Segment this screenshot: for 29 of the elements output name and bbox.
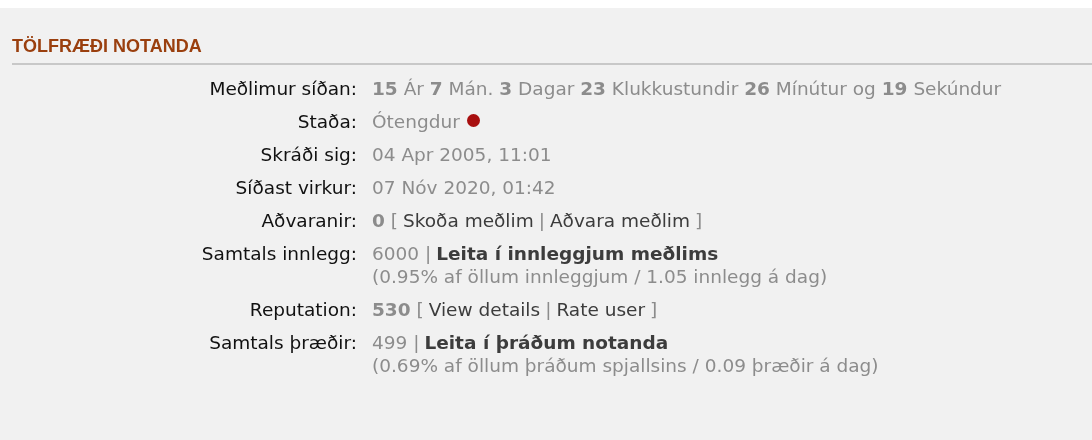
field-label: Aðvaranir: [260, 209, 357, 233]
link[interactable]: View details [428, 299, 541, 320]
field-value: ] [695, 210, 703, 231]
field-label: Meðlimur síðan: [208, 77, 357, 101]
field-value: | [538, 210, 545, 231]
field-value: 499 | [372, 332, 420, 353]
field-label: Síðast virkur: [234, 176, 357, 200]
field-value: ] [650, 299, 658, 320]
section-heading: TÖLFRÆÐI NOTANDA [12, 36, 1092, 65]
field-value: 0 [ [372, 210, 398, 231]
search-link[interactable]: Leita í innleggjum meðlims [436, 243, 719, 264]
field-value: 6000 | [372, 243, 432, 264]
stats-note: (0.69% af öllum þráðum spjallsins / 0.09 þræðir á dag) [372, 354, 880, 377]
field-value: Ótengdur [372, 111, 460, 132]
search-link[interactable]: Leita í þráðum notanda [424, 332, 669, 353]
field-value: | [545, 299, 552, 320]
field-label: Samtals þræðir: [208, 331, 357, 355]
field-value: 530 [ [372, 299, 424, 320]
field-value: 15 Ár 7 Mán. 3 Dagar 23 Klukkustundir 26 Mínútur og 19 Sekúndur [372, 78, 1002, 99]
stats-note: (0.95% af öllum innleggjum / 1.05 innlegg á dag) [372, 265, 829, 288]
link[interactable]: Aðvara meðlim [549, 210, 690, 231]
field-label: Skráði sig: [259, 143, 357, 167]
link[interactable]: Skoða meðlim [403, 210, 534, 231]
link[interactable]: Rate user [556, 299, 646, 320]
field-label: Reputation: [248, 298, 357, 322]
field-value: 04 Apr 2005, 11:01 [372, 144, 552, 165]
field-value: 07 Nóv 2020, 01:42 [372, 177, 556, 198]
field-label: Staða: [296, 110, 357, 134]
field-label: Samtals innlegg: [200, 242, 357, 266]
